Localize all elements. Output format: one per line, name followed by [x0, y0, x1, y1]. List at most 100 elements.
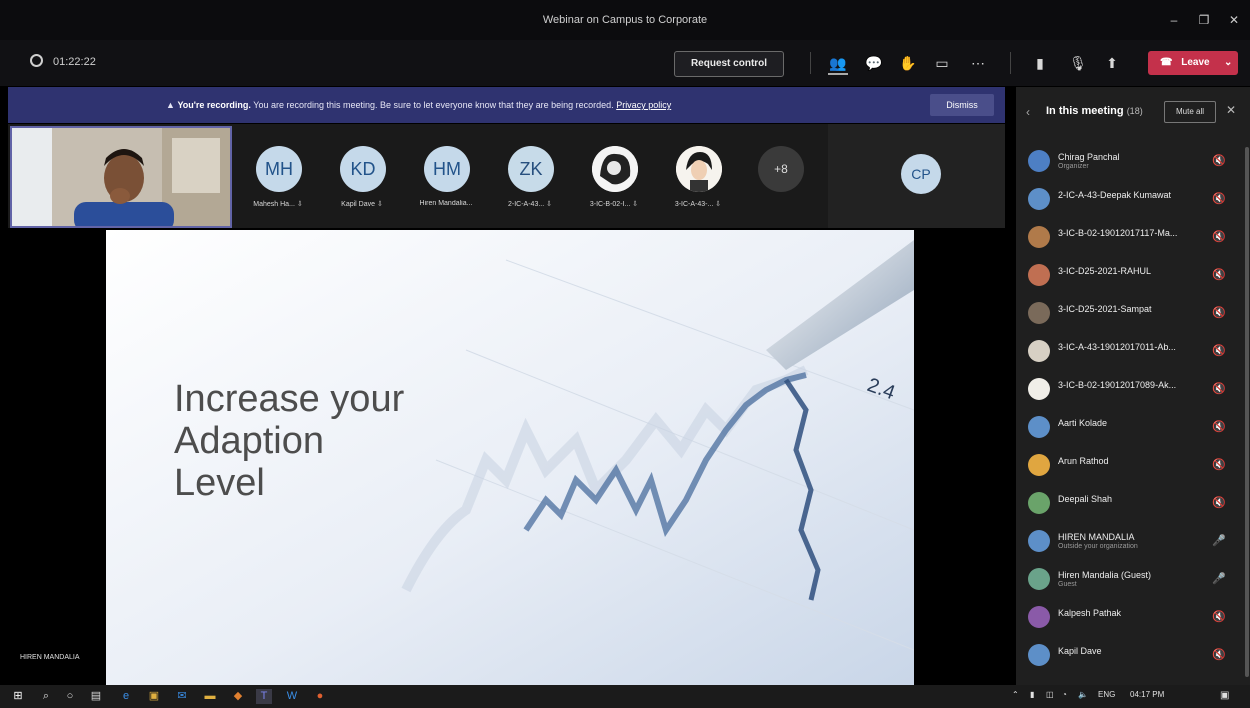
language-indicator[interactable]: ENG	[1098, 690, 1115, 699]
battery-icon[interactable]: ▮	[1030, 690, 1034, 699]
camera-icon[interactable]: ▮	[1030, 53, 1050, 73]
phone-hangup-icon: ☎	[1160, 57, 1173, 68]
mic-muted-icon[interactable]: 🔇	[1212, 382, 1226, 395]
reactions-icon[interactable]: ✋	[898, 53, 918, 73]
participant-row[interactable]: HIREN MANDALIA Outside your organization 🎤	[1016, 523, 1250, 561]
self-video-tile[interactable]	[10, 126, 232, 228]
mic-muted-icon[interactable]: 🔇	[1212, 230, 1226, 243]
chrome-icon[interactable]: ●	[312, 689, 328, 704]
participant-tile[interactable]: 3-IC-B-02-I... ⇩	[572, 124, 656, 228]
share-screen-icon[interactable]: ⬆	[1102, 53, 1122, 73]
panel-scrollbar[interactable]	[1245, 147, 1249, 677]
wifi-icon[interactable]: ◔	[1062, 690, 1067, 699]
notifications-icon[interactable]: ▣	[1220, 690, 1229, 701]
mic-muted-icon[interactable]: 🔇	[1212, 648, 1226, 661]
participant-row[interactable]: Arun Rathod 🔇	[1016, 447, 1250, 485]
participant-name: 3-IC-B-02-I... ⇩	[589, 201, 639, 208]
close-icon[interactable]: ✕	[1226, 103, 1236, 117]
participants-panel: ‹ In this meeting (18) Mute all ✕ Chirag…	[1016, 87, 1250, 685]
mic-on-icon[interactable]: 🎤	[1212, 534, 1226, 547]
participant-row[interactable]: Aarti Kolade 🔇	[1016, 409, 1250, 447]
participant-row[interactable]: Deepali Shah 🔇	[1016, 485, 1250, 523]
participant-name: 3-IC-A-43-... ⇩	[674, 201, 722, 208]
participant-row[interactable]: 3-IC-D25-2021-RAHUL 🔇	[1016, 257, 1250, 295]
mic-muted-icon[interactable]: 🔇	[1212, 344, 1226, 357]
dismiss-button[interactable]: Dismiss	[930, 94, 994, 116]
file-explorer-icon[interactable]: ▬	[202, 689, 218, 704]
participant-tile[interactable]: HM Hiren Mandalia...	[404, 124, 488, 228]
recording-message: ▲ You're recording. You are recording th…	[166, 87, 671, 123]
participant-row[interactable]: Hiren Mandalia (Guest) Guest 🎤	[1016, 561, 1250, 599]
participant-name: 3-IC-B-02-19012017117-Ma...	[1058, 228, 1178, 238]
mic-muted-icon[interactable]: 🔇	[1212, 420, 1226, 433]
avatar: KD	[340, 146, 386, 192]
store-icon[interactable]: ▣	[146, 689, 162, 704]
mail-icon[interactable]: ✉	[174, 689, 190, 704]
participant-tile[interactable]: ZK 2-IC-A-43... ⇩	[488, 124, 572, 228]
avatar-photo-icon	[676, 146, 722, 192]
volume-icon[interactable]: 🔈	[1078, 690, 1088, 699]
tray-chevron-icon[interactable]: ⌃	[1012, 690, 1019, 699]
participant-row[interactable]: Kapil Dave 🔇	[1016, 637, 1250, 675]
participant-name: 2-IC-A-43... ⇩	[508, 201, 552, 208]
mic-muted-icon[interactable]: 🔇	[1212, 458, 1226, 471]
rooms-icon[interactable]: ▭	[932, 53, 952, 73]
warning-icon: ▲	[166, 100, 175, 110]
avatar	[1028, 340, 1050, 362]
mic-on-icon[interactable]: 🎤	[1212, 572, 1226, 585]
avatar	[1028, 454, 1050, 476]
participant-row[interactable]: Kalpesh Pathak 🔇	[1016, 599, 1250, 637]
chevron-left-icon[interactable]: ‹	[1026, 105, 1030, 119]
app-icon[interactable]: ◆	[230, 689, 246, 704]
toolbar-divider	[810, 52, 811, 74]
mic-muted-icon[interactable]: 🔇	[1212, 306, 1226, 319]
more-actions-icon[interactable]: ⋯	[968, 53, 988, 73]
participants-icon[interactable]: 👥	[828, 53, 848, 75]
chevron-down-icon[interactable]: ⌄	[1224, 51, 1232, 75]
participant-row[interactable]: 3-IC-A-43-19012017011-Ab... 🔇	[1016, 333, 1250, 371]
edge-icon[interactable]: e	[118, 689, 134, 704]
mic-muted-icon[interactable]: 🔇	[1212, 496, 1226, 509]
participant-row[interactable]: 3-IC-B-02-19012017117-Ma... 🔇	[1016, 219, 1250, 257]
slide-title: Increase your Adaption Level	[174, 378, 405, 504]
record-indicator-icon	[30, 54, 43, 67]
network-icon[interactable]: ◫	[1046, 690, 1054, 699]
minimize-button[interactable]: –	[1166, 12, 1182, 28]
leave-button[interactable]: ☎ Leave ⌄	[1148, 51, 1238, 75]
close-window-button[interactable]: ✕	[1226, 12, 1242, 28]
participant-subtitle: Guest	[1058, 581, 1077, 588]
participant-row[interactable]: 3-IC-D25-2021-Sampat 🔇	[1016, 295, 1250, 333]
avatar	[592, 146, 638, 192]
word-icon[interactable]: W	[284, 689, 300, 704]
cortana-icon[interactable]: ○	[62, 689, 78, 704]
teams-icon[interactable]: T	[256, 689, 272, 704]
participant-tile-cp[interactable]: CP	[828, 124, 1005, 228]
more-participants-button[interactable]: +8	[758, 146, 804, 192]
mic-muted-icon[interactable]: 🔇	[1212, 610, 1226, 623]
window-title: Webinar on Campus to Corporate	[542, 14, 708, 26]
participant-tile[interactable]: MH Mahesh Ha... ⇩	[236, 124, 320, 228]
clock[interactable]: 04:17 PM	[1130, 690, 1164, 699]
windows-start-icon[interactable]: ⊞	[10, 689, 26, 704]
microphone-icon[interactable]: 🎙	[1068, 53, 1088, 73]
mute-all-button[interactable]: Mute all	[1164, 101, 1216, 123]
maximize-button[interactable]: ❐	[1196, 12, 1212, 28]
avatar	[1028, 568, 1050, 590]
request-control-button[interactable]: Request control	[674, 51, 784, 77]
participant-row[interactable]: 3-IC-B-02-19012017089-Ak... 🔇	[1016, 371, 1250, 409]
mic-muted-icon[interactable]: 🔇	[1212, 154, 1226, 167]
mic-muted-icon[interactable]: 🔇	[1212, 268, 1226, 281]
timer-text: 01:22:22	[53, 56, 96, 68]
task-view-icon[interactable]: ▤	[88, 689, 104, 704]
mic-muted-icon[interactable]: 🔇	[1212, 192, 1226, 205]
chat-icon[interactable]: 💬	[864, 53, 884, 73]
privacy-policy-link[interactable]: Privacy policy	[616, 100, 671, 110]
participant-tile[interactable]: 3-IC-A-43-... ⇩	[656, 124, 740, 228]
participant-row[interactable]: 2-IC-A-43-Deepak Kumawat 🔇	[1016, 181, 1250, 219]
search-icon[interactable]: ⌕	[38, 689, 54, 704]
window-title-bar: Webinar on Campus to Corporate – ❐ ✕	[0, 0, 1250, 40]
participant-tile[interactable]: KD Kapil Dave ⇩	[320, 124, 404, 228]
participant-name: 2-IC-A-43-Deepak Kumawat	[1058, 190, 1172, 200]
avatar	[1028, 188, 1050, 210]
participant-row[interactable]: Chirag Panchal Organizer 🔇	[1016, 143, 1250, 181]
